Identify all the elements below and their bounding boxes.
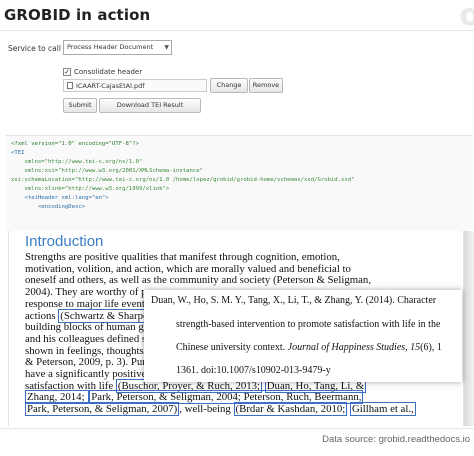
xml-line: <TEI: [11, 150, 25, 156]
change-button[interactable]: Change: [210, 78, 248, 93]
submit-button[interactable]: Submit: [63, 98, 97, 113]
citation-link[interactable]: Park, Peterson, & Seligman, 2007): [25, 402, 180, 417]
xml-line: <teiHeader xml:lang="en">: [11, 195, 109, 201]
remove-button[interactable]: Remove: [249, 78, 283, 93]
popup-text: (6), 1: [420, 342, 442, 353]
xml-line: <?xml version="1.0" encoding="UTF-8"?>: [11, 141, 139, 147]
page-title: GROBID in action: [4, 6, 151, 24]
popup-text: Chinese university context.: [176, 342, 288, 353]
consolidate-label: Consolidate header: [74, 68, 143, 76]
consolidate-checkbox[interactable]: ✓: [63, 68, 71, 76]
section-heading: Introduction: [25, 233, 104, 250]
service-label: Service to call: [8, 44, 61, 53]
popup-line: 1361. doi:10.1007/s10902-013-9479-y: [176, 365, 331, 376]
data-source-caption: Data source: grobid.readthedocs.io: [322, 434, 470, 445]
consolidate-header-option[interactable]: ✓ Consolidate header: [63, 68, 142, 76]
xml-line: <encodingDesc>: [11, 204, 86, 210]
text-line: Strengths are positive qualities that ma…: [25, 251, 340, 263]
text-line: Park, Peterson, & Seligman, 2007), well-…: [25, 402, 416, 417]
download-tei-button[interactable]: Download TEI Result: [99, 98, 201, 113]
popup-line: Duan, W., Ho, S. M. Y., Tang, X., Li, T.…: [151, 295, 437, 306]
xml-line: xmlns:xlink="http://www.w3.org/1999/xlin…: [11, 186, 170, 192]
file-name: ICAART-CajasEtAl.pdf: [76, 81, 145, 90]
pdf-viewer-edge: [464, 231, 474, 426]
header: GROBID in action o: [0, 0, 474, 34]
popup-journal: Journal of Happiness Studies, 15: [287, 342, 421, 353]
popup-line: Chinese university context. Journal of H…: [176, 342, 442, 353]
citation-link[interactable]: (Brdar & Kashdan, 2010;: [233, 402, 348, 417]
xml-result-panel[interactable]: <?xml version="1.0" encoding="UTF-8"?> <…: [6, 135, 472, 231]
popup-line: strength-based intervention to promote s…: [176, 319, 441, 330]
xml-line: xmlns="http://www.tei-c.org/ns/1.0": [11, 159, 143, 165]
service-select[interactable]: Process Header Document ▼: [63, 40, 172, 55]
text-fragment: actions: [25, 309, 59, 322]
file-icon: [67, 82, 73, 89]
reference-popup[interactable]: Duan, W., Ho, S. M. Y., Tang, X., Li, T.…: [144, 290, 462, 382]
xml-line: xsi:schemaLocation="http://www.tei-c.org…: [11, 177, 355, 183]
page: GROBID in action o Service to call Proce…: [0, 0, 474, 456]
xml-line: xmlns:xsi="http://www.w3.org/2001/XMLSch…: [11, 168, 203, 174]
header-divider: [0, 30, 474, 31]
file-input-row: ICAART-CajasEtAl.pdf Change Remove: [63, 78, 283, 93]
service-select-value: Process Header Document: [67, 43, 154, 51]
file-input[interactable]: ICAART-CajasEtAl.pdf: [63, 79, 207, 92]
corner-logo: o: [459, 0, 474, 33]
chevron-down-icon: ▼: [164, 44, 169, 51]
citation-link[interactable]: Gillham et al.,: [349, 402, 416, 417]
footer-divider: [0, 428, 474, 429]
